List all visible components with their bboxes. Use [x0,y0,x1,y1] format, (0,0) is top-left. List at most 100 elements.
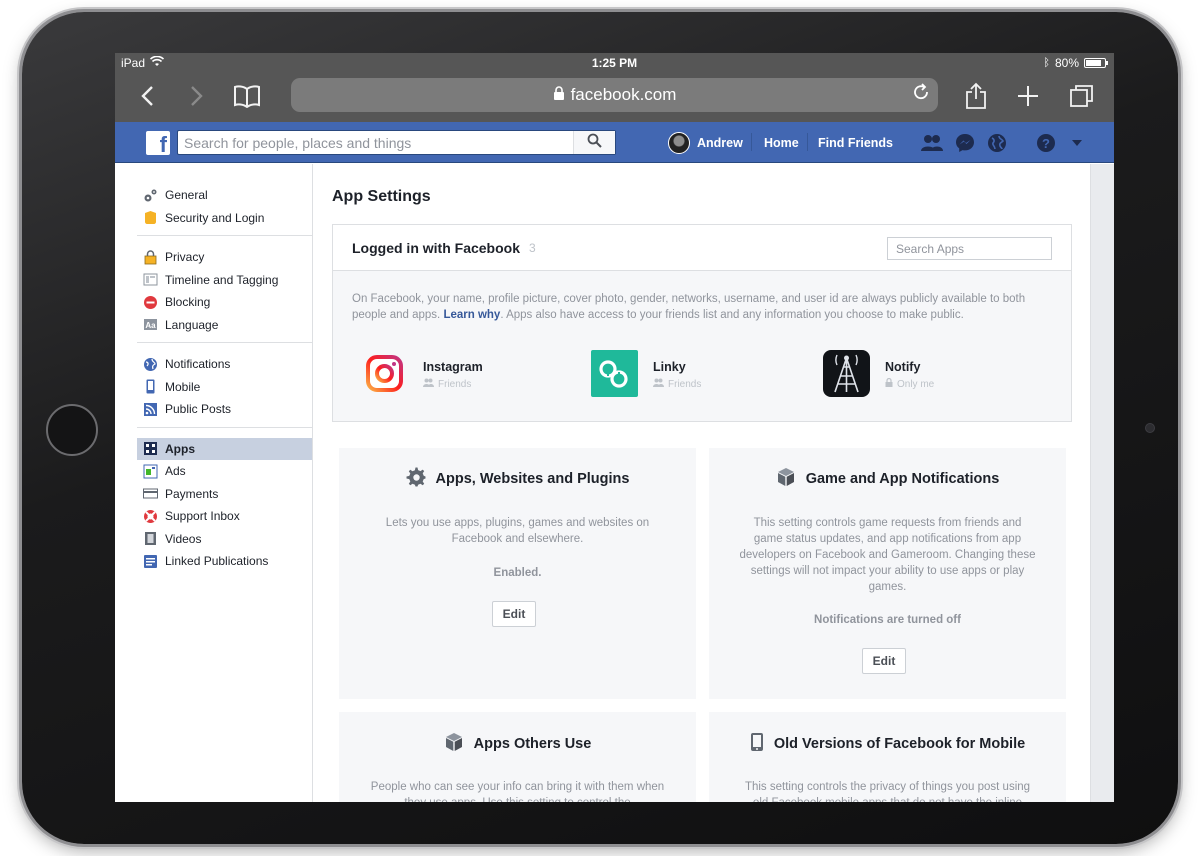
sidebar-item-blocking[interactable]: Blocking [137,291,312,314]
sidebar-item-videos[interactable]: Videos [137,528,312,551]
svg-text:?: ? [1042,136,1050,151]
privacy-label: Friends [668,378,702,390]
sidebar-item-timeline[interactable]: Timeline and Tagging [137,269,312,292]
address-bar[interactable]: facebook.com [291,78,938,112]
sidebar-item-label: Apps [165,441,195,456]
logged-in-apps-panel: Logged in with Facebook 3 Search Apps On… [332,224,1072,422]
apps-websites-plugins-card: Apps, Websites and Plugins Lets you use … [339,448,696,699]
page-title: App Settings [332,188,431,205]
sidebar-item-linked-publications[interactable]: Linked Publications [137,550,312,573]
nav-divider [751,133,752,151]
friends-icon [653,378,664,390]
sidebar-group: General Security and Login [137,182,312,236]
nav-home[interactable]: Home [764,131,799,155]
description-text: . Apps also have access to your friends … [500,309,964,321]
help-icon[interactable]: ? [1035,132,1057,154]
linky-icon [591,350,638,397]
forward-icon[interactable] [187,81,207,111]
friend-requests-icon[interactable] [921,132,943,154]
timeline-icon [143,272,158,287]
sidebar-item-privacy[interactable]: Privacy [137,246,312,269]
panel-title: Logged in with Facebook [352,240,520,256]
card-title: Game and App Notifications [709,467,1066,491]
sidebar-item-label: Language [165,317,219,332]
sidebar-divider [312,164,313,802]
apps-others-use-card: Apps Others Use People who can see your … [339,712,696,802]
avatar [668,132,690,154]
bookmarks-icon[interactable] [233,81,261,111]
sidebar-item-label: Support Inbox [165,509,240,524]
sidebar-item-label: Linked Publications [165,554,269,569]
facebook-search-input[interactable]: Search for people, places and things [177,130,616,155]
privacy-label: Only me [897,378,935,390]
notifications-globe-icon[interactable] [986,132,1008,154]
sidebar-item-mobile[interactable]: Mobile [137,376,312,399]
game-app-notifications-card: Game and App Notifications This setting … [709,448,1066,699]
app-name: Notify [885,360,921,374]
cube-icon [776,467,796,491]
block-icon [143,295,158,310]
sidebar-item-label: Privacy [165,250,205,265]
sidebar-item-language[interactable]: Aa Language [137,314,312,337]
card-icon [143,486,158,501]
edit-button[interactable]: Edit [862,648,906,674]
card-title: Old Versions of Facebook for Mobile [709,732,1066,756]
panel-header: Logged in with Facebook 3 Search Apps [333,225,1071,271]
tabs-icon[interactable] [1069,81,1095,111]
new-tab-icon[interactable] [1016,81,1040,111]
lock-icon [553,85,565,105]
sidebar-item-general[interactable]: General [137,184,312,207]
sidebar-item-security[interactable]: Security and Login [137,207,312,230]
gear-icon [406,467,426,491]
card-title-text: Apps, Websites and Plugins [435,471,630,487]
status-bar: iPad 1:25 PM ᛒ 80% [115,53,1114,73]
app-name: Instagram [423,360,483,374]
sidebar-item-apps[interactable]: Apps [137,437,312,460]
card-description: This setting controls the privacy of thi… [744,781,1031,802]
card-status: Notifications are turned off [814,614,961,626]
card-title-text: Old Versions of Facebook for Mobile [773,736,1026,752]
sidebar-item-payments[interactable]: Payments [137,483,312,506]
svg-text:Aa: Aa [145,321,156,330]
sidebar-item-public-posts[interactable]: Public Posts [137,398,312,421]
battery-icon [1084,58,1108,68]
cube-icon [444,732,464,756]
learn-why-link[interactable]: Learn why [443,309,500,321]
sidebar-item-support-inbox[interactable]: Support Inbox [137,505,312,528]
nav-find-friends[interactable]: Find Friends [818,131,893,155]
privacy-label: Friends [438,378,472,390]
edit-button[interactable]: Edit [492,601,536,627]
ads-icon [143,464,158,479]
reload-icon[interactable] [912,83,930,107]
sidebar-item-label: General [165,188,208,203]
back-icon[interactable] [137,81,157,111]
lifebuoy-icon [143,509,158,524]
search-apps-input[interactable]: Search Apps [887,237,1052,260]
sidebar-item-label: Blocking [165,295,211,310]
share-icon[interactable] [965,81,987,111]
search-placeholder: Search for people, places and things [184,135,412,151]
instagram-icon [361,350,408,397]
user-name: Andrew [697,136,743,150]
sidebar-group: Privacy Timeline and Tagging Blocking Aa… [137,244,312,343]
card-title-text: Apps Others Use [473,736,592,752]
sidebar-item-label: Videos [165,531,202,546]
facebook-logo-icon[interactable]: f [146,131,170,155]
profile-link[interactable]: Andrew [668,131,743,155]
badge-icon [143,210,158,225]
sidebar-item-label: Mobile [165,379,201,394]
card-title: Apps Others Use [339,732,696,756]
bluetooth-icon: ᛒ [1043,57,1050,69]
search-icon [587,133,602,153]
chevron-down-icon[interactable] [1066,132,1088,154]
home-button[interactable] [46,404,98,456]
card-title: Apps, Websites and Plugins [339,467,696,491]
sidebar-item-notifications[interactable]: Notifications [137,353,312,376]
sidebar-item-ads[interactable]: Ads [137,460,312,483]
sidebar-item-label: Timeline and Tagging [165,272,279,287]
card-description: People who can see your info can bring i… [370,781,665,802]
messenger-icon[interactable] [954,132,976,154]
screen: iPad 1:25 PM ᛒ 80% facebook.com f Search… [115,53,1114,802]
search-button[interactable] [573,131,615,154]
old-versions-mobile-card: Old Versions of Facebook for Mobile This… [709,712,1066,802]
